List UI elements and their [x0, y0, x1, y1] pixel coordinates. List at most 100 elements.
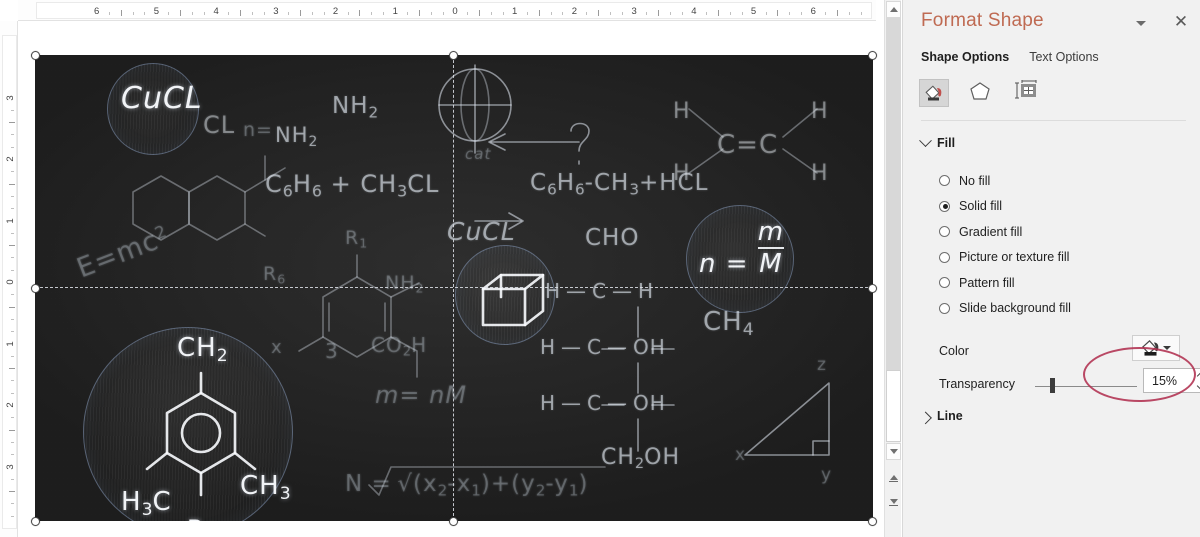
fill-option-gradient-fill[interactable]: Gradient fill [939, 219, 1189, 245]
ruler-label: 2 [332, 6, 339, 17]
chalk-text-h3c: H3C [121, 487, 172, 520]
vertical-ruler[interactable]: 3 2 1 0 1 2 3 [0, 21, 18, 537]
horizontal-ruler[interactable]: 6 5 4 3 2 1 0 1 2 3 4 5 6 [18, 0, 876, 21]
pane-divider [921, 120, 1186, 121]
fill-section-header[interactable]: Fill [919, 133, 955, 150]
next-slide-icon [889, 498, 898, 507]
chalk-text-nh2-c: NH2 [385, 272, 424, 296]
pane-dropdown-button[interactable] [1131, 14, 1151, 32]
chalk-drawing-question-mark [570, 122, 590, 165]
ruler-tick [717, 10, 719, 16]
previous-slide-button[interactable] [886, 470, 901, 487]
ruler-tick [311, 12, 313, 15]
chalk-text-axis-x: x [735, 445, 747, 465]
chalk-text-axis-z: z [817, 355, 827, 375]
chalk-text-co2h: CO2H [371, 333, 428, 360]
radio-solid-fill[interactable] [939, 200, 950, 212]
effects-button[interactable] [965, 79, 995, 107]
radio-slide-background-fill[interactable] [939, 302, 950, 314]
selection-handle-middle-right[interactable] [868, 284, 877, 293]
radio-gradient-fill[interactable] [939, 226, 950, 238]
slide-editing-area: 6543210123456 3210123 CuCL CL n= NH2 NH2… [0, 0, 884, 537]
ruler-tick [11, 331, 14, 333]
ruler-label: 5 [153, 6, 160, 17]
ruler-tick [490, 12, 492, 15]
ruler-tick [825, 12, 827, 15]
ruler-label: 0 [5, 279, 17, 285]
pane-close-button[interactable]: ✕ [1171, 11, 1191, 31]
scrollbar-thumb[interactable] [886, 370, 901, 442]
selection-handle-bottom-right[interactable] [868, 517, 877, 526]
radio-picture-or-texture-fill[interactable] [939, 251, 950, 263]
ruler-label: 3 [631, 6, 637, 17]
ruler-tick [610, 12, 612, 15]
ruler-tick [11, 441, 14, 443]
ruler-label: 3 [5, 463, 17, 470]
transparency-slider-thumb[interactable] [1049, 378, 1055, 393]
ruler-tick [11, 478, 14, 480]
chalk-text-h-c-oh-1: H — C — OH [540, 335, 666, 359]
ruler-label: 4 [691, 6, 697, 17]
chalk-text-ch3: CH3 [240, 471, 291, 504]
transparency-spinner[interactable]: 15% [1143, 368, 1200, 393]
selection-handle-top-right[interactable] [868, 51, 877, 60]
pane-title: Format Shape [921, 10, 1044, 31]
fill-option-solid-fill[interactable]: Solid fill [939, 194, 1189, 220]
selection-handle-bottom-left[interactable] [31, 517, 40, 526]
chalk-text-ch2oh: CH2OH [601, 445, 681, 473]
ruler-tick [729, 12, 731, 15]
tab-shape-options[interactable]: Shape Options [921, 50, 1009, 67]
fill-option-pattern-fill[interactable]: Pattern fill [939, 270, 1189, 296]
slide-vertical-scrollbar[interactable] [884, 0, 901, 537]
fill-color-button[interactable] [1132, 335, 1180, 361]
ruler-tick [192, 12, 194, 15]
ruler-tick [11, 454, 14, 456]
ruler-label: 2 [571, 6, 578, 17]
selection-handle-middle-left[interactable] [31, 284, 40, 293]
ruler-tick [586, 12, 588, 15]
fill-and-line-button[interactable] [919, 79, 949, 107]
transparency-value[interactable]: 15% [1144, 374, 1196, 388]
ruler-tick [240, 10, 242, 16]
slide-canvas[interactable]: CuCL CL n= NH2 NH2 C6H6 + CH3CL cat C6H6… [18, 21, 877, 537]
chalk-text-c-equals-c: C=C [717, 130, 779, 160]
chalk-text-n-equals-m-over-m: n = mM [699, 217, 785, 279]
selection-handle-top-left[interactable] [31, 51, 40, 60]
ruler-tick [801, 12, 803, 15]
tab-text-options[interactable]: Text Options [1029, 50, 1098, 67]
fill-option-no-fill[interactable]: No fill [939, 168, 1189, 194]
scroll-down-button[interactable] [886, 443, 901, 460]
ruler-tick [108, 12, 110, 15]
chalk-text-h-br: H [811, 161, 829, 186]
radio-no-fill[interactable] [939, 175, 950, 187]
size-and-properties-button[interactable] [1011, 79, 1041, 107]
chalk-text-br: Br [187, 515, 215, 521]
slide-shape[interactable]: CuCL CL n= NH2 NH2 C6H6 + CH3CL cat C6H6… [35, 55, 873, 521]
ruler-tick [777, 10, 779, 16]
chalk-text-r1: R1 [345, 227, 368, 251]
chalk-text-h-c-h: H — C — H [545, 279, 655, 303]
chevron-down-icon[interactable] [1162, 346, 1171, 350]
ruler-tick [383, 12, 385, 15]
radio-pattern-fill[interactable] [939, 277, 950, 289]
selection-handle-top-center[interactable] [449, 51, 458, 60]
selection-handle-bottom-center[interactable] [449, 517, 458, 526]
chalk-text-three: 3 [325, 339, 339, 363]
ruler-tick [478, 10, 480, 16]
fill-option-picture-or-texture-fill[interactable]: Picture or texture fill [939, 245, 1189, 271]
fill-option-slide-background-fill[interactable]: Slide background fill [939, 296, 1189, 322]
fill-option-label: Picture or texture fill [959, 250, 1070, 265]
ruler-label: 6 [810, 6, 816, 17]
next-slide-button[interactable] [886, 494, 901, 511]
ruler-tick [598, 10, 600, 16]
transparency-slider[interactable] [1035, 378, 1137, 393]
ruler-label: 4 [213, 6, 219, 17]
scroll-up-button[interactable] [886, 1, 901, 18]
line-section-header[interactable]: Line [919, 409, 963, 424]
ruler-tick [658, 10, 660, 16]
ruler-tick [132, 12, 134, 15]
color-label: Color [939, 344, 969, 358]
ruler-label: 0 [452, 6, 458, 17]
ruler-tick [550, 12, 552, 15]
fill-option-label: No fill [959, 173, 991, 188]
